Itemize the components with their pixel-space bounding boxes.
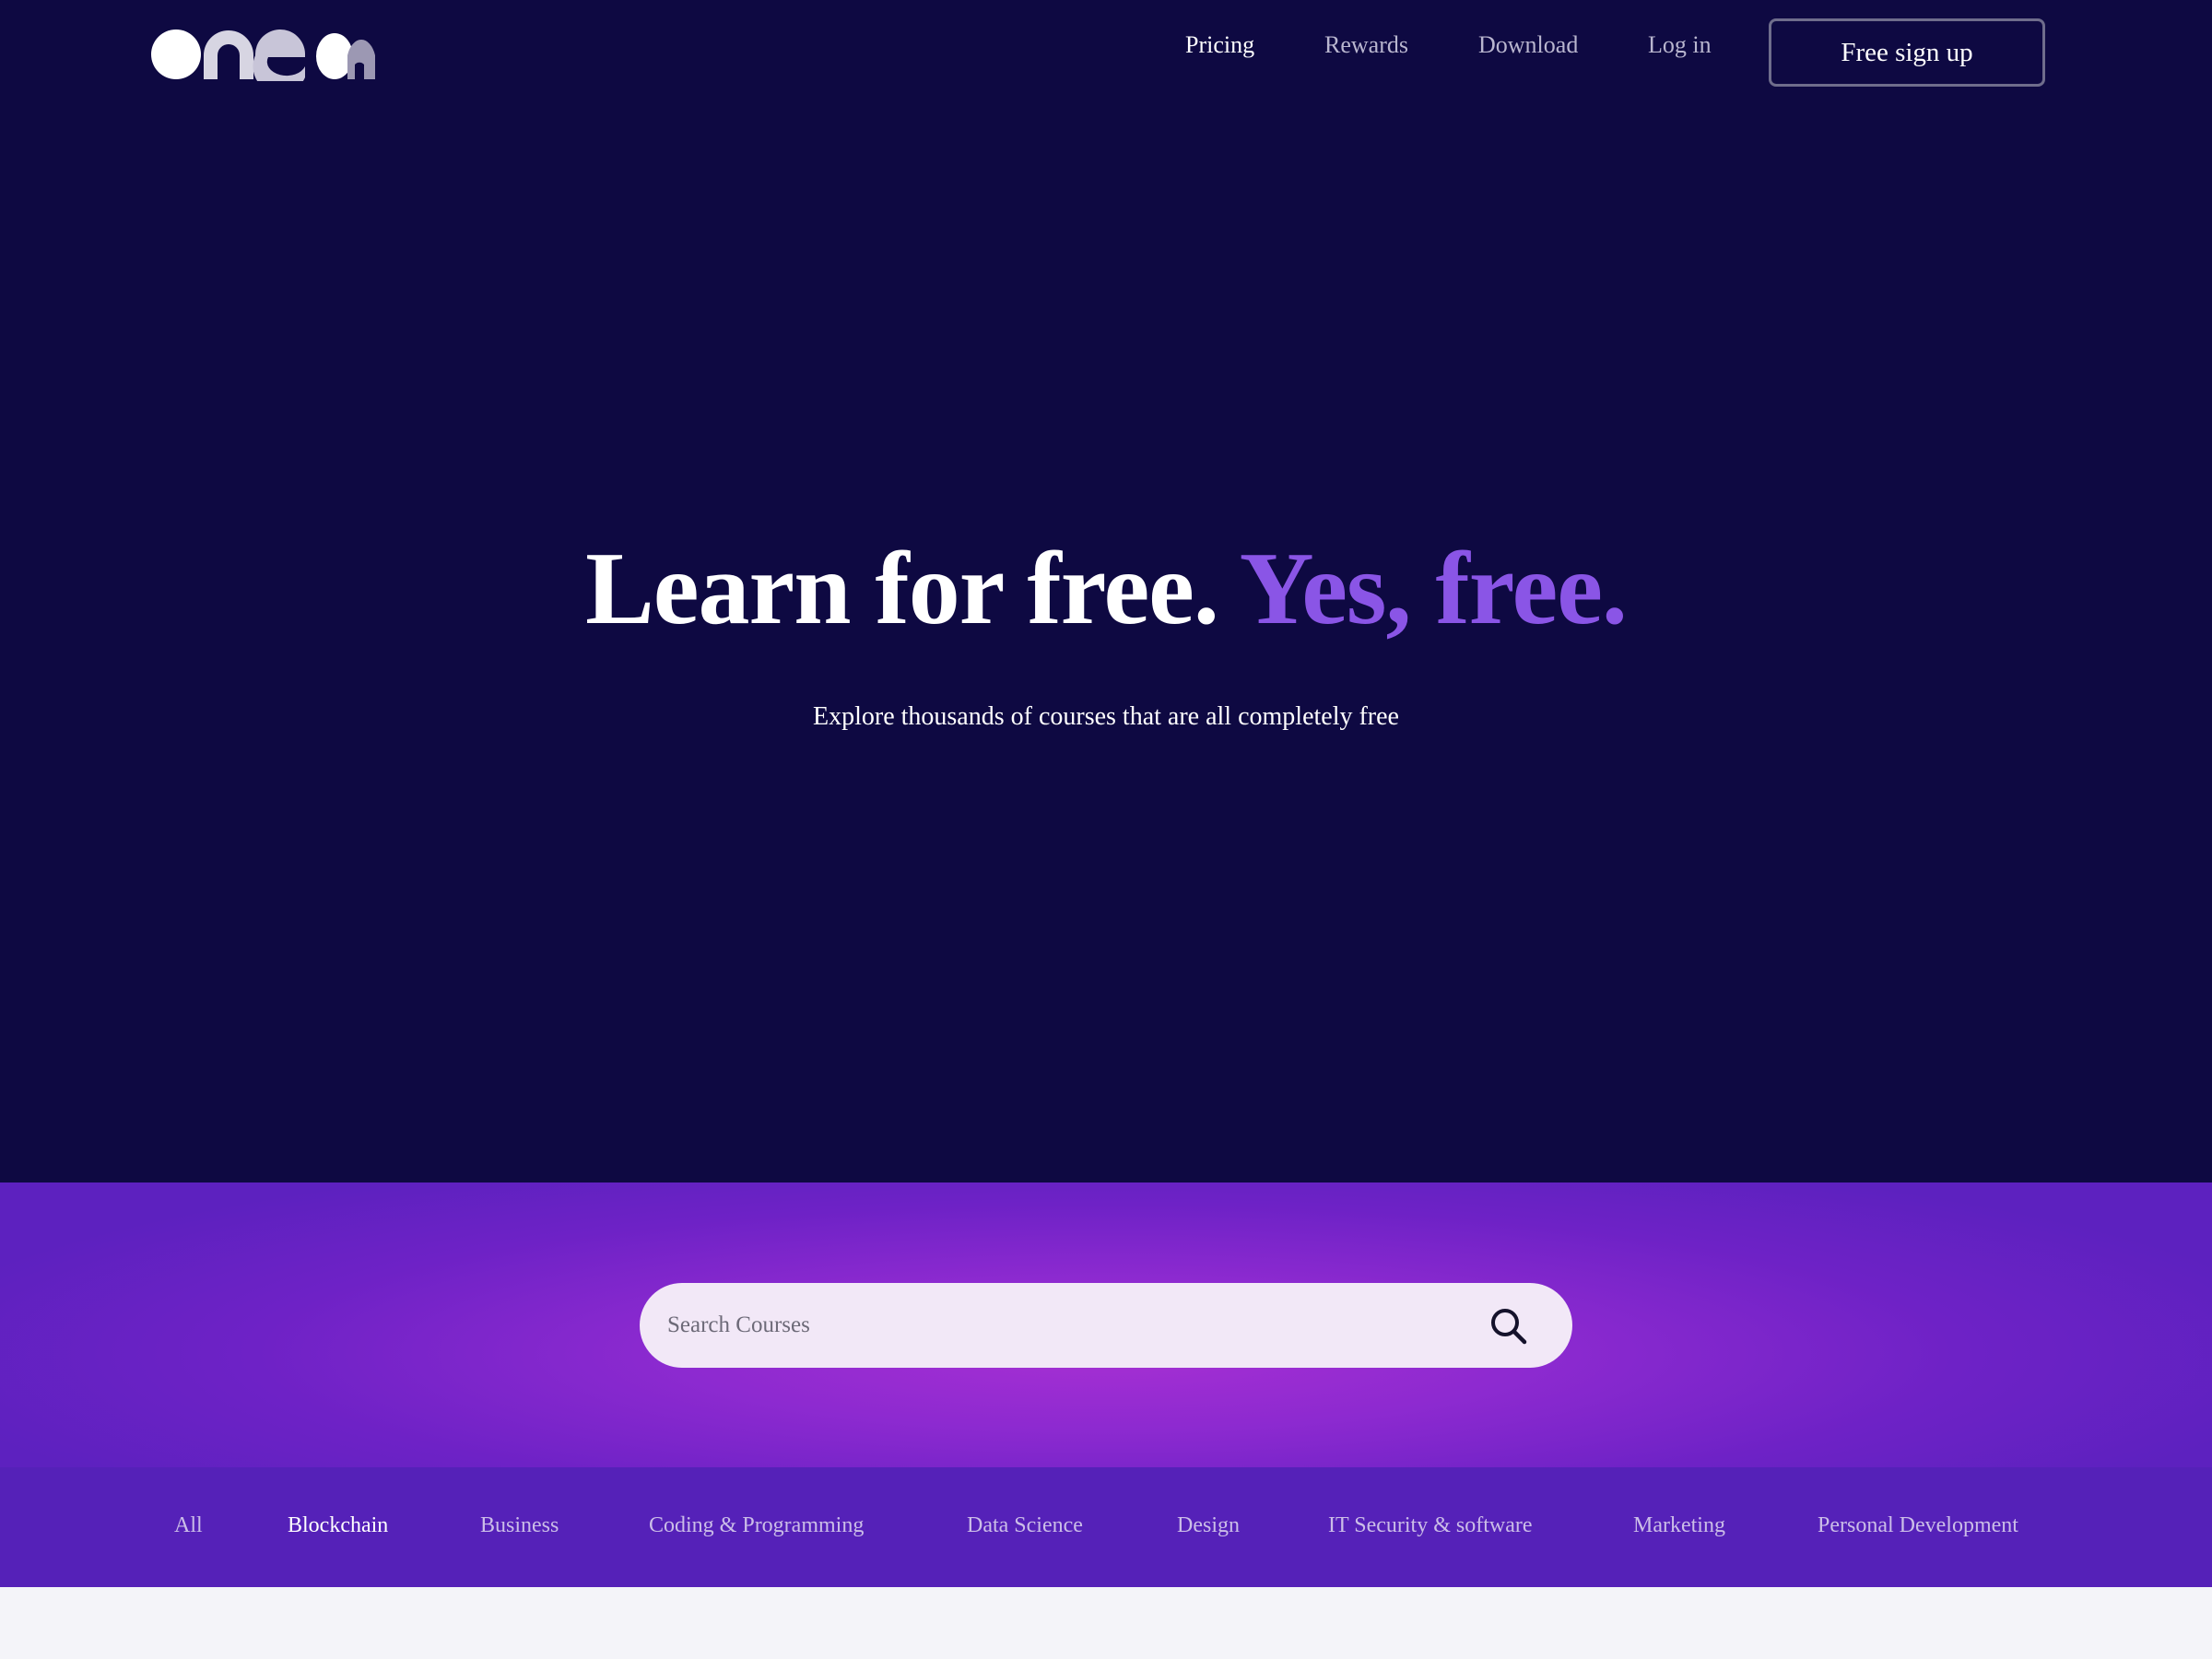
- hero-subheadline: Explore thousands of courses that are al…: [813, 702, 1399, 731]
- nav-pricing-link[interactable]: Pricing: [1185, 31, 1254, 59]
- search-icon[interactable]: [1488, 1305, 1530, 1347]
- hero-section: Pricing Rewards Download Log in Free sig…: [0, 0, 2212, 1182]
- headline-accent: Yes, free.: [1239, 532, 1628, 646]
- nav-download-link[interactable]: Download: [1478, 31, 1578, 59]
- category-personal-development[interactable]: Personal Development: [1818, 1513, 2018, 1538]
- category-all[interactable]: All: [174, 1513, 203, 1538]
- content-area: [0, 1587, 2212, 1659]
- nav-rewards-link[interactable]: Rewards: [1324, 31, 1408, 59]
- category-data-science[interactable]: Data Science: [967, 1513, 1083, 1538]
- headline-main: Learn for free.: [585, 532, 1219, 646]
- top-nav: Pricing Rewards Download Log in Free sig…: [0, 0, 2212, 111]
- category-bar: All Blockchain Business Coding & Program…: [0, 1467, 2212, 1587]
- category-design[interactable]: Design: [1177, 1513, 1240, 1538]
- category-blockchain[interactable]: Blockchain: [288, 1513, 388, 1538]
- category-it-security-software[interactable]: IT Security & software: [1328, 1513, 1533, 1538]
- hero-headline: Learn for free. Yes, free.: [0, 530, 2212, 649]
- free-signup-button[interactable]: Free sign up: [1769, 18, 2045, 87]
- search-input[interactable]: [667, 1283, 1478, 1368]
- category-business[interactable]: Business: [480, 1513, 559, 1538]
- search-section: [0, 1182, 2212, 1468]
- category-coding-programming[interactable]: Coding & Programming: [649, 1513, 864, 1538]
- search-bar[interactable]: [640, 1283, 1572, 1368]
- category-marketing[interactable]: Marketing: [1633, 1513, 1725, 1538]
- nav-login-link[interactable]: Log in: [1648, 31, 1712, 59]
